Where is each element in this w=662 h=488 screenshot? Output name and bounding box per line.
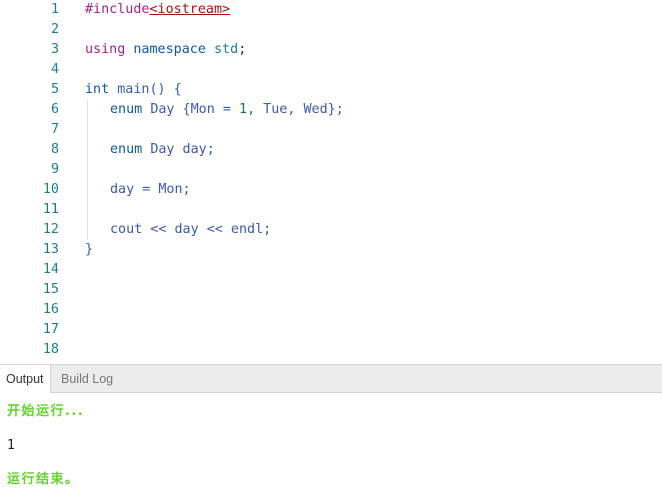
assignment-statement: day = Mon; (110, 182, 191, 197)
program-output: 1 (7, 438, 15, 453)
code-line[interactable]: 11 (0, 200, 662, 220)
code-line[interactable]: 6 enum Day {Mon = 1, Tue, Wed}; (0, 100, 662, 120)
line-number: 8 (50, 142, 59, 157)
tab-build-log[interactable]: Build Log (55, 365, 119, 393)
code-line[interactable]: 4 (0, 60, 662, 80)
include-directive: #include (85, 2, 150, 17)
keyword-namespace: namespace (133, 42, 206, 57)
function-signature-rest: () { (149, 82, 182, 97)
type-keyword: int (85, 82, 110, 97)
output-tab-bar: Output Build Log (0, 364, 662, 393)
line-number: 2 (50, 22, 59, 37)
code-line[interactable]: 10 day = Mon; (0, 180, 662, 200)
code-line[interactable]: 3 using namespace std; (0, 40, 662, 60)
number-literal: 1 (239, 102, 248, 117)
line-number: 6 (50, 102, 59, 117)
line-number: 17 (42, 322, 59, 337)
code-line[interactable]: 17 (0, 320, 662, 340)
line-number: 13 (42, 242, 59, 257)
variable-declaration: Day day; (150, 142, 215, 157)
line-number: 18 (42, 342, 59, 357)
function-name: main (117, 82, 150, 97)
tab-output[interactable]: Output (0, 365, 51, 393)
code-line[interactable]: 8 enum Day day; (0, 140, 662, 160)
semicolon: ; (238, 42, 247, 57)
code-line[interactable]: 2 (0, 20, 662, 40)
line-number: 10 (42, 182, 59, 197)
line-number: 3 (50, 42, 59, 57)
code-line[interactable]: 1 #include<iostream> (0, 0, 662, 20)
enum-declaration-rest: , Tue, Wed}; (247, 102, 344, 117)
code-line[interactable]: 14 (0, 260, 662, 280)
enum-declaration: Day {Mon = (150, 102, 239, 117)
code-line[interactable]: 7 (0, 120, 662, 140)
code-line[interactable]: 16 (0, 300, 662, 320)
cout-statement: cout << day << endl; (110, 222, 272, 237)
output-panel[interactable]: 开始运行... 1 运行结束。 (0, 393, 662, 488)
code-line[interactable]: 18 (0, 340, 662, 360)
code-line[interactable]: 12 cout << day << endl; (0, 220, 662, 240)
line-number: 15 (42, 282, 59, 297)
line-number: 12 (42, 222, 59, 237)
keyword-enum: enum (110, 142, 143, 157)
line-number: 14 (42, 262, 59, 277)
namespace-name: std (214, 42, 239, 57)
code-line[interactable]: 13 } (0, 240, 662, 260)
code-editor[interactable]: 1 #include<iostream> 2 3 using namespace… (0, 0, 662, 364)
line-number: 1 (50, 2, 59, 17)
run-end-message: 运行结束。 (7, 472, 80, 487)
include-header: <iostream> (149, 2, 231, 17)
keyword-using: using (85, 42, 126, 57)
code-line[interactable]: 9 (0, 160, 662, 180)
run-start-message: 开始运行... (7, 404, 85, 419)
line-number: 16 (42, 302, 59, 317)
line-number: 7 (50, 122, 59, 137)
line-number: 11 (42, 202, 59, 217)
code-line[interactable]: 5 int main() { (0, 80, 662, 100)
line-number: 4 (50, 62, 59, 77)
line-number: 5 (50, 82, 59, 97)
keyword-enum: enum (110, 102, 143, 117)
closing-brace: } (85, 242, 94, 257)
line-number: 9 (50, 162, 59, 177)
code-line[interactable]: 15 (0, 280, 662, 300)
